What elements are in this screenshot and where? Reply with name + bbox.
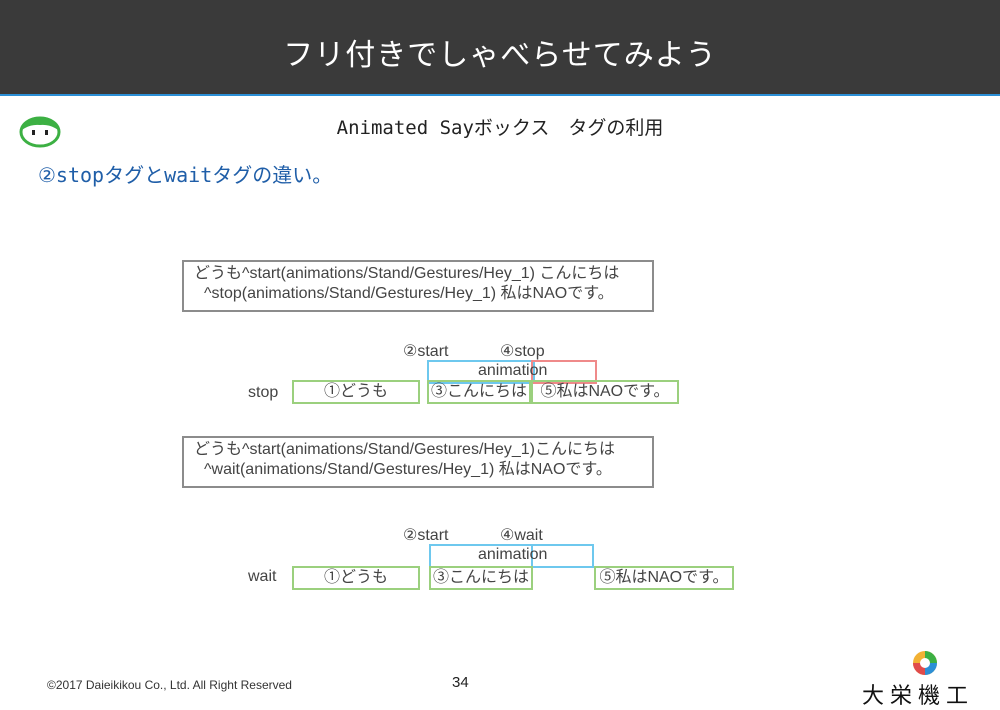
wait-code-line-2: ^wait(animations/Stand/Gestures/Hey_1) 私…: [204, 461, 612, 478]
wait-segment-2: ③こんにちは: [429, 566, 533, 590]
company-logo-text: 大栄機工: [862, 684, 975, 709]
stop-code-line-2: ^stop(animations/Stand/Gestures/Hey_1) 私…: [204, 285, 614, 302]
page-number: 34: [452, 674, 469, 691]
stop-start-label: ②start: [403, 343, 449, 360]
title-bar: フリ付きでしゃべらせてみよう: [0, 0, 1000, 96]
stop-code-box: どうも^start(animations/Stand/Gestures/Hey_…: [182, 260, 654, 312]
copyright-notice: ©2017 Daieikikou Co., Ltd. All Right Res…: [47, 678, 292, 692]
wait-animation-label: animation: [478, 546, 548, 563]
section-subtitle: Animated Sayボックス タグの利用: [336, 117, 664, 139]
stop-segment-1: ①どうも: [292, 380, 420, 404]
stop-segment-3: ⑤私はNAOです。: [531, 380, 679, 404]
stop-row-label: stop: [248, 384, 279, 401]
wait-code-line-1: どうも^start(animations/Stand/Gestures/Hey_…: [194, 441, 615, 458]
stop-code-line-1: どうも^start(animations/Stand/Gestures/Hey_…: [194, 265, 620, 282]
wait-row-label: wait: [248, 568, 277, 585]
section-heading: ②stopタグとwaitタグの違い。: [38, 163, 333, 187]
wait-start-label: ②start: [403, 527, 449, 544]
slide-title: フリ付きでしゃべらせてみよう: [283, 38, 717, 73]
company-logo-icon: [913, 651, 937, 675]
wait-segment-1: ①どうも: [292, 566, 420, 590]
stop-animation-label: animation: [478, 362, 548, 379]
wait-segment-3: ⑤私はNAOです。: [594, 566, 734, 590]
stop-segment-2: ③こんにちは: [427, 380, 531, 404]
stop-end-label: ④stop: [500, 343, 545, 360]
wait-end-label: ④wait: [500, 527, 543, 544]
wait-code-box: どうも^start(animations/Stand/Gestures/Hey_…: [182, 436, 654, 488]
